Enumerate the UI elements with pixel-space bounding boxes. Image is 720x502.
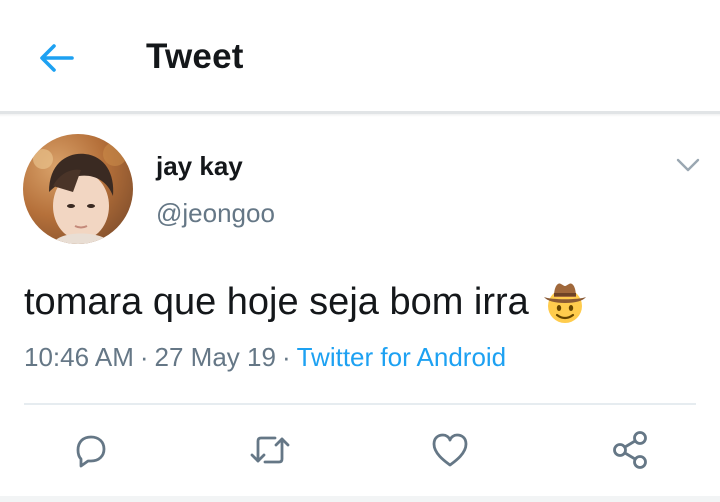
tweet-date: 27 May 19 — [154, 342, 276, 372]
app-bar-shadow — [0, 114, 720, 117]
reply-button[interactable] — [64, 426, 116, 474]
tweet-metadata: 10:46 AM · 27 May 19 · Twitter for Android — [24, 342, 506, 373]
tweet-time: 10:46 AM — [24, 342, 134, 372]
meta-separator: · — [139, 342, 149, 372]
tweet-text: tomara que hoje seja bom irra — [24, 278, 589, 326]
like-button[interactable] — [424, 426, 476, 474]
cowboy-hat-face-emoji — [541, 278, 589, 326]
retweet-button[interactable] — [244, 426, 296, 474]
avatar-photo — [23, 134, 133, 244]
share-icon — [613, 431, 647, 469]
tweet-source-link[interactable]: Twitter for Android — [297, 342, 507, 372]
meta-separator: · — [281, 342, 291, 372]
page-title: Tweet — [146, 37, 244, 76]
reply-icon — [76, 435, 106, 468]
tweet-actions — [0, 420, 720, 480]
avatar[interactable] — [23, 134, 133, 244]
retweet-icon — [250, 436, 290, 464]
chevron-down-icon — [676, 158, 700, 172]
bottom-divider — [0, 496, 720, 502]
back-button[interactable] — [30, 36, 82, 80]
tweet-text-content: tomara que hoje seja bom irra — [24, 280, 529, 323]
tweet-menu-button[interactable] — [670, 150, 706, 180]
author-name[interactable]: jay kay — [156, 151, 243, 182]
metadata-divider — [24, 403, 696, 405]
app-bar: Tweet — [0, 0, 720, 117]
arrow-left-icon — [40, 44, 74, 72]
author-handle[interactable]: @jeongoo — [156, 198, 275, 229]
heart-icon — [432, 433, 468, 467]
share-button[interactable] — [604, 426, 656, 474]
